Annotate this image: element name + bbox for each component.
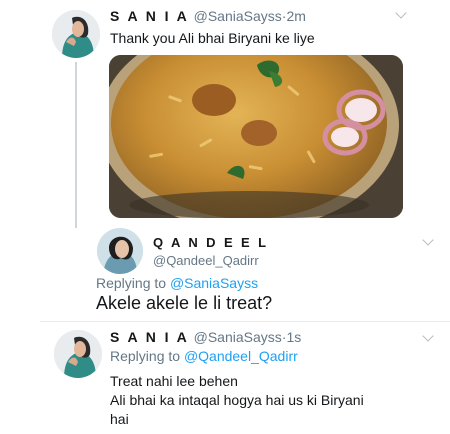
reply-mention[interactable]: @Qandeel_Qadirr — [184, 348, 298, 364]
divider — [40, 321, 450, 322]
handle[interactable]: @SaniaSayss — [194, 329, 282, 345]
avatar-qandeel[interactable] — [97, 228, 143, 274]
handle[interactable]: @SaniaSayss — [194, 8, 282, 24]
replying-to-line: Replying to @SaniaSayss — [96, 275, 258, 291]
biryani-photo — [109, 55, 403, 218]
reply-mention[interactable]: @SaniaSayss — [170, 275, 258, 291]
avatar-sania-image — [54, 330, 102, 378]
avatar-sania[interactable] — [52, 10, 100, 58]
avatar-qandeel-image — [97, 228, 143, 274]
chevron-down-icon[interactable] — [395, 7, 407, 19]
display-name[interactable]: Q A N D E E L — [153, 235, 268, 250]
chevron-down-icon[interactable] — [422, 234, 434, 246]
chevron-down-icon[interactable] — [422, 330, 434, 342]
timestamp[interactable]: 1s — [286, 329, 301, 345]
thread-line — [75, 62, 77, 228]
tweet-3-text: Treat nahi lee behen Ali bhai ka intaqal… — [110, 372, 364, 429]
handle[interactable]: @Qandeel_Qadirr — [153, 253, 259, 268]
timestamp[interactable]: 2m — [286, 8, 305, 24]
replying-prefix: Replying to — [110, 348, 181, 364]
tweet-2-text: Akele akele le li treat? — [96, 293, 273, 313]
tweet-1-text: Thank you Ali bhai Biryani ke liye — [110, 30, 315, 46]
replying-prefix: Replying to — [96, 275, 167, 291]
tweet-3-line-2: Ali bhai ka intaqal hogya hai us ki Biry… — [110, 392, 364, 408]
tweet-1-header: S A N I A @SaniaSayss·2m — [110, 8, 306, 26]
tweet-3-line-3: hai — [110, 411, 129, 427]
display-name[interactable]: S A N I A — [110, 8, 189, 24]
replying-to-line: Replying to @Qandeel_Qadirr — [110, 348, 298, 364]
tweet-3-line-1: Treat nahi lee behen — [110, 373, 238, 389]
avatar-sania[interactable] — [54, 330, 102, 378]
avatar-sania-image — [52, 10, 100, 58]
display-name[interactable]: S A N I A — [110, 329, 189, 345]
tweet-media[interactable] — [109, 55, 403, 218]
tweet-3-header: S A N I A @SaniaSayss·1s — [110, 329, 301, 347]
